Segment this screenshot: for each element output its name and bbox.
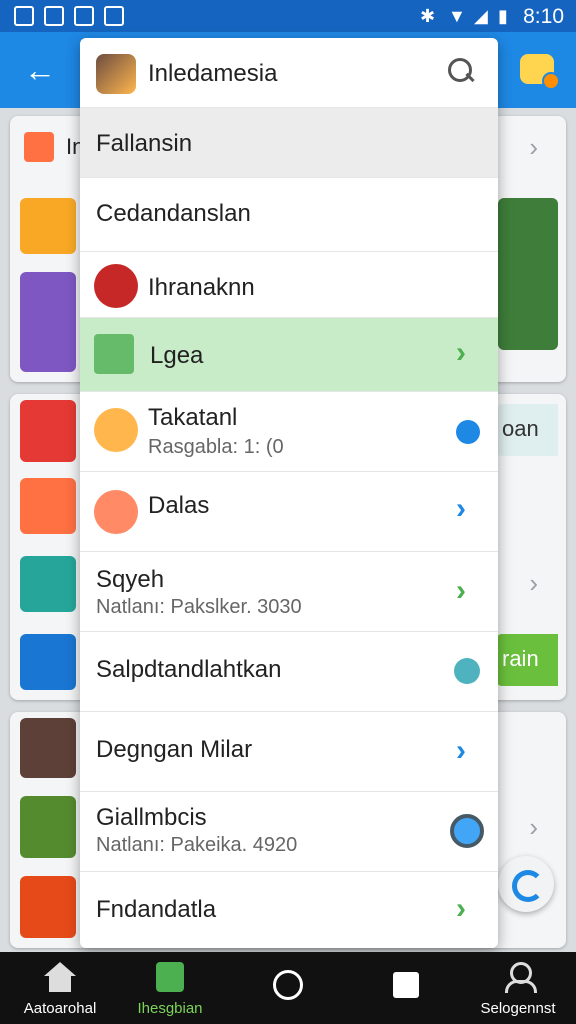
chevron-right-icon: › xyxy=(456,492,466,525)
action-button[interactable]: rain xyxy=(496,634,558,686)
game-thumbnail[interactable] xyxy=(20,400,76,462)
menu-item-label: Cedandanslan xyxy=(96,200,251,227)
menu-item[interactable]: Ihranaknn xyxy=(80,252,498,318)
action-button[interactable]: oan xyxy=(496,404,558,456)
wifi-icon: ▼ xyxy=(448,6,466,26)
game-thumbnail[interactable] xyxy=(20,556,76,612)
game-thumbnail[interactable] xyxy=(20,796,76,858)
status-bar: ✱ ▼ ◢ ▮ 8:10 xyxy=(0,0,576,32)
chevron-right-icon[interactable]: › xyxy=(529,132,538,163)
menu-item-subtitle: Rasgabla: 1: (0 xyxy=(148,436,284,458)
menu-item[interactable]: Fndandatla › xyxy=(80,872,498,948)
status-dot-icon xyxy=(454,658,480,684)
nav-item-recents[interactable] xyxy=(356,952,456,1024)
menu-item-label: Fallansin xyxy=(96,130,193,157)
menu-item-label: Salpdtandlahtkan xyxy=(96,656,282,683)
store-icon xyxy=(156,962,184,992)
notification-icon xyxy=(44,6,64,26)
camera-icon xyxy=(74,6,94,26)
info-badge-icon xyxy=(456,420,480,444)
bluetooth-icon: ✱ xyxy=(420,6,436,26)
square-icon xyxy=(393,972,419,998)
battery-icon: ▮ xyxy=(498,6,508,26)
nav-label: Aatoarohal xyxy=(23,1000,97,1017)
game-thumbnail[interactable] xyxy=(20,876,76,938)
person-icon xyxy=(505,962,537,993)
character-icon xyxy=(94,490,138,534)
nav-item-store[interactable]: Ihesgbian xyxy=(120,952,220,1024)
menu-item-label: Fndandatla xyxy=(96,896,217,923)
chevron-right-icon: › xyxy=(456,574,466,607)
menu-item-label: Ihranaknn xyxy=(148,274,255,301)
signal-icon: ◢ xyxy=(474,6,488,26)
circle-icon xyxy=(273,970,303,1000)
game-thumbnail[interactable] xyxy=(20,718,76,778)
back-arrow-icon[interactable]: ← xyxy=(22,52,58,88)
dropdown-title: Inledamesia xyxy=(148,60,278,87)
menu-item[interactable]: Degngan Milar › xyxy=(80,712,498,792)
character-icon xyxy=(94,408,138,452)
nav-item-profile[interactable]: Selogennst xyxy=(466,952,570,1024)
menu-item-label: Degngan Milar xyxy=(96,736,253,763)
menu-item[interactable]: Giallmbcis Natlanı: Pakeika. 4920 xyxy=(80,792,498,872)
red-app-icon xyxy=(94,264,138,308)
green-app-icon xyxy=(94,334,134,374)
chevron-right-icon[interactable]: › xyxy=(529,568,538,599)
clock: 8:10 xyxy=(523,5,564,28)
chat-icon[interactable] xyxy=(520,54,560,90)
game-thumbnail[interactable] xyxy=(20,198,76,254)
game-thumbnail[interactable] xyxy=(20,272,76,372)
chevron-right-icon: › xyxy=(456,336,466,369)
menu-item[interactable]: Takatanl Rasgabla: 1: (0 xyxy=(80,392,498,472)
notification-icon xyxy=(104,6,124,26)
floating-action-button[interactable] xyxy=(498,856,554,912)
menu-item[interactable]: Sqyeh Natlanı: Pakslker. 3030 › xyxy=(80,552,498,632)
menu-item[interactable]: Salpdtandlahtkan xyxy=(80,632,498,712)
dropdown-menu: Inledamesia Fallansin Cedandanslan Ihran… xyxy=(80,38,498,948)
bottom-nav: Aatoarohal Ihesgbian Selogennst xyxy=(0,952,576,1024)
menu-item-selected[interactable]: Lgea › xyxy=(80,318,498,392)
nav-item-home[interactable]: Aatoarohal xyxy=(10,952,110,1024)
hammer-icon xyxy=(24,132,54,162)
menu-item[interactable]: Fallansin xyxy=(80,108,498,178)
menu-item[interactable]: Cedandanslan xyxy=(80,178,498,252)
menu-item-subtitle: Natlanı: Pakslker. 3030 xyxy=(96,596,302,618)
app-logo xyxy=(96,54,136,94)
nav-label: Selogennst xyxy=(480,1000,556,1017)
menu-item-label: Lgea xyxy=(150,342,204,369)
dropdown-header: Inledamesia xyxy=(80,38,498,108)
chevron-right-icon: › xyxy=(456,892,466,925)
menu-item-label: Giallmbcis xyxy=(96,804,207,831)
chevron-right-icon[interactable]: › xyxy=(529,812,538,843)
game-thumbnail[interactable] xyxy=(20,634,76,690)
game-thumbnail[interactable] xyxy=(20,478,76,534)
nav-item-home-button[interactable] xyxy=(238,952,338,1024)
chevron-right-icon: › xyxy=(456,734,466,767)
radio-button-icon[interactable] xyxy=(450,814,484,848)
menu-item[interactable]: Dalas › xyxy=(80,472,498,552)
nav-label: Ihesgbian xyxy=(137,1000,203,1017)
menu-item-label: Sqyeh xyxy=(96,566,165,593)
menu-item-label: Takatanl xyxy=(148,404,238,431)
menu-item-subtitle: Natlanı: Pakeika. 4920 xyxy=(96,834,298,856)
search-icon[interactable] xyxy=(448,58,476,86)
menu-item-label: Dalas xyxy=(148,492,210,519)
game-banner[interactable] xyxy=(498,198,558,350)
home-icon xyxy=(44,962,76,994)
notification-icon xyxy=(14,6,34,26)
